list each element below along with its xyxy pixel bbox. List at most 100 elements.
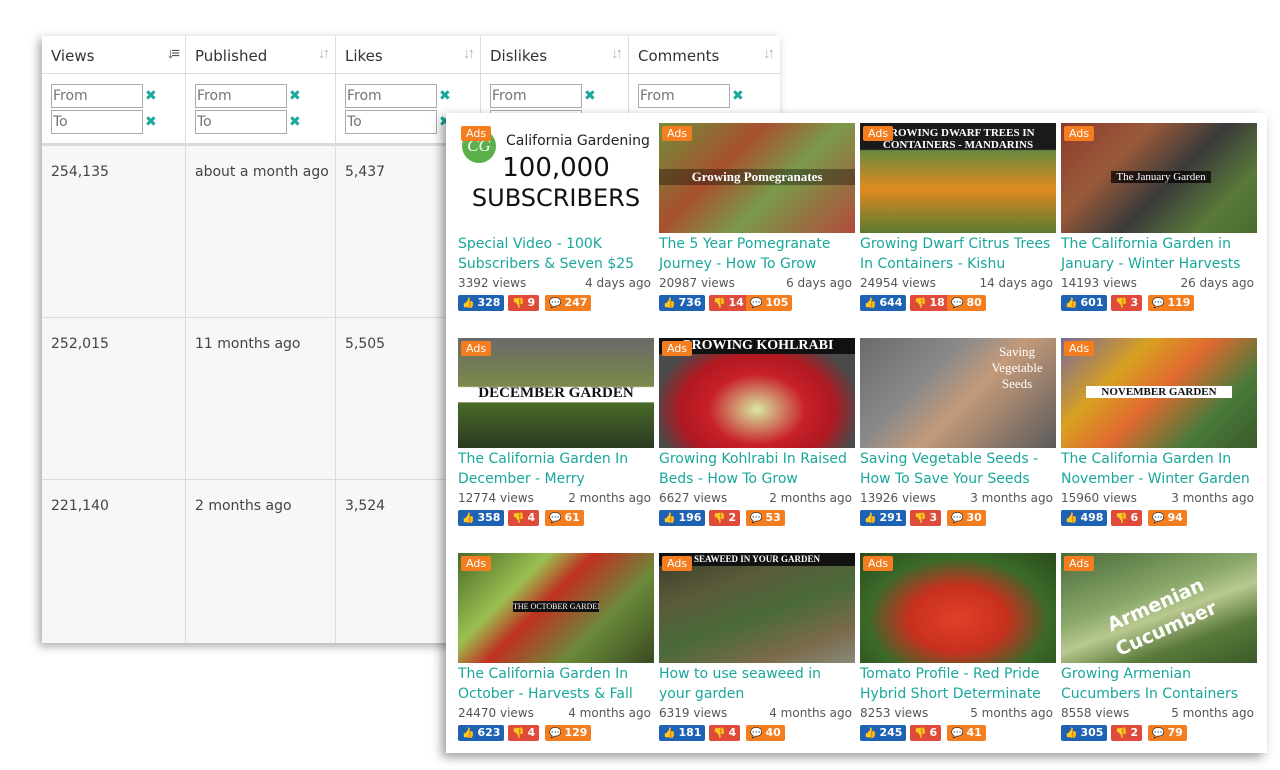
clear-icon[interactable]: ✖: [289, 113, 301, 130]
video-thumbnail[interactable]: The January Garden Ads: [1061, 123, 1257, 233]
thumbnail-caption: DECEMBER GARDEN: [478, 385, 634, 401]
video-grid: CG Ads California Gardening 100,000 SUBS…: [446, 113, 1267, 753]
publish-age: 4 months ago: [769, 706, 852, 720]
likes-badge: 👍 245: [860, 725, 907, 741]
publish-age: 2 months ago: [568, 491, 651, 505]
video-card[interactable]: DECEMBER GARDEN Ads The California Garde…: [458, 338, 655, 543]
video-thumbnail[interactable]: THE OCTOBER GARDEN Ads: [458, 553, 654, 663]
video-thumbnail[interactable]: Growing Pomegranates Ads: [659, 123, 855, 233]
video-card[interactable]: The January Garden Ads The California Ga…: [1061, 123, 1258, 328]
video-title[interactable]: The California Garden In November - Wint…: [1061, 449, 1258, 489]
channel-name: California Gardening: [506, 133, 650, 149]
clear-icon[interactable]: ✖: [732, 87, 744, 104]
thumbs-down-icon: 👎: [512, 513, 525, 524]
video-card[interactable]: SEAWEED IN YOUR GARDEN Ads How to use se…: [659, 553, 856, 758]
header-comments[interactable]: Comments ↓↑: [629, 36, 780, 74]
video-title[interactable]: Tomato Profile - Red Pride Hybrid Short …: [860, 664, 1057, 704]
views-from-input[interactable]: [51, 84, 143, 108]
sort-desc-icon[interactable]: ↓≡: [167, 45, 180, 62]
thumbs-down-icon: 👎: [1115, 298, 1128, 309]
video-title[interactable]: Growing Armenian Cucumbers In Containers: [1061, 664, 1258, 704]
publish-age: 6 days ago: [786, 276, 852, 290]
video-card[interactable]: NOVEMBER GARDEN Ads The California Garde…: [1061, 338, 1258, 543]
comments-badge: 💬 30: [947, 510, 986, 526]
video-title[interactable]: Growing Kohlrabi In Raised Beds - How To…: [659, 449, 856, 489]
dislikes-value: 4: [527, 511, 536, 524]
view-count: 6627 views: [659, 491, 728, 505]
likes-value: 358: [477, 511, 501, 524]
likes-value: 291: [879, 511, 903, 524]
video-title[interactable]: How to use seaweed in your garden: [659, 664, 856, 704]
likes-from-input[interactable]: [345, 84, 437, 108]
ads-badge: Ads: [662, 126, 693, 141]
header-published[interactable]: Published ↓↑: [186, 36, 335, 74]
clear-icon[interactable]: ✖: [584, 87, 596, 104]
published-cell: 2 months ago: [195, 498, 292, 514]
published-from-input[interactable]: [195, 84, 287, 108]
sort-icon[interactable]: ↓↑: [611, 45, 623, 62]
view-count: 20987 views: [659, 276, 735, 290]
video-title[interactable]: The 5 Year Pomegranate Journey - How To …: [659, 234, 856, 274]
video-title[interactable]: The California Garden In December - Merr…: [458, 449, 655, 489]
dislikes-value: 18: [929, 296, 945, 309]
subscriber-unit: SUBSCRIBERS: [471, 184, 641, 212]
dislikes-from-input[interactable]: [490, 84, 582, 108]
video-card[interactable]: THE OCTOBER GARDEN Ads The California Ga…: [458, 553, 655, 758]
comments-from-input[interactable]: [638, 84, 730, 108]
publish-age: 4 days ago: [585, 276, 651, 290]
video-card[interactable]: Ads Tomato Profile - Red Pride Hybrid Sh…: [860, 553, 1057, 758]
header-likes[interactable]: Likes ↓↑: [336, 36, 480, 74]
sort-icon[interactable]: ↓↑: [463, 45, 475, 62]
video-title[interactable]: Growing Dwarf Citrus Trees In Containers…: [860, 234, 1057, 274]
likes-value: 498: [1080, 511, 1104, 524]
header-views[interactable]: Views ↓≡: [42, 36, 185, 74]
video-thumbnail[interactable]: Armenian Cucumber Ads: [1061, 553, 1257, 663]
video-card[interactable]: GROWING KOHLRABI Ads Growing Kohlrabi In…: [659, 338, 856, 543]
video-title[interactable]: The California Garden In October - Harve…: [458, 664, 655, 704]
video-thumbnail[interactable]: DECEMBER GARDEN Ads: [458, 338, 654, 448]
video-thumbnail[interactable]: CG Ads California Gardening 100,000 SUBS…: [458, 123, 654, 233]
video-card[interactable]: GROWING DWARF TREES IN CONTAINERS - MAND…: [860, 123, 1057, 328]
dislikes-value: 9: [527, 296, 536, 309]
video-thumbnail[interactable]: GROWING DWARF TREES IN CONTAINERS - MAND…: [860, 123, 1056, 233]
sort-icon[interactable]: ↓↑: [318, 45, 330, 62]
clear-icon[interactable]: ✖: [439, 87, 451, 104]
published-to-input[interactable]: [195, 110, 287, 134]
video-meta: 20987 views 6 days ago: [659, 276, 852, 290]
likes-to-input[interactable]: [345, 110, 437, 134]
thumbs-up-icon: 👍: [1065, 513, 1078, 524]
views-cell: 252,015: [51, 336, 109, 352]
publish-age: 3 months ago: [970, 491, 1053, 505]
video-title[interactable]: The California Garden in January - Winte…: [1061, 234, 1258, 274]
comments-badge: 💬 40: [746, 725, 785, 741]
views-to-input[interactable]: [51, 110, 143, 134]
ads-badge: Ads: [1064, 341, 1095, 356]
video-title[interactable]: Saving Vegetable Seeds - How To Save You…: [860, 449, 1057, 489]
clear-icon[interactable]: ✖: [145, 87, 157, 104]
thumbnail-caption: The January Garden: [1111, 171, 1211, 183]
video-thumbnail[interactable]: SEAWEED IN YOUR GARDEN Ads: [659, 553, 855, 663]
video-card[interactable]: CG Ads California Gardening 100,000 SUBS…: [458, 123, 655, 328]
comments-value: 41: [966, 726, 982, 739]
video-thumbnail[interactable]: GROWING KOHLRABI Ads: [659, 338, 855, 448]
ads-badge: Ads: [461, 556, 492, 571]
clear-icon[interactable]: ✖: [145, 113, 157, 130]
sort-icon[interactable]: ↓↑: [763, 45, 775, 62]
comments-badge: 💬 119: [1148, 295, 1195, 311]
video-thumbnail[interactable]: Ads: [860, 553, 1056, 663]
video-card[interactable]: Saving Vegetable Seeds Saving Vegetable …: [860, 338, 1057, 543]
video-thumbnail[interactable]: NOVEMBER GARDEN Ads: [1061, 338, 1257, 448]
video-card[interactable]: Growing Pomegranates Ads The 5 Year Pome…: [659, 123, 856, 328]
video-thumbnail[interactable]: Saving Vegetable Seeds: [860, 338, 1056, 448]
comments-value: 61: [564, 511, 580, 524]
clear-icon[interactable]: ✖: [289, 87, 301, 104]
header-dislikes[interactable]: Dislikes ↓↑: [481, 36, 628, 74]
likes-badge: 👍 305: [1061, 725, 1108, 741]
dislikes-value: 3: [1130, 296, 1139, 309]
video-title[interactable]: Special Video - 100K Subscribers & Seven…: [458, 234, 655, 274]
comments-value: 40: [765, 726, 781, 739]
comment-icon: 💬: [750, 513, 763, 524]
views-cell: 254,135: [51, 164, 109, 180]
video-card[interactable]: Armenian Cucumber Ads Growing Armenian C…: [1061, 553, 1258, 758]
thumbs-down-icon: 👎: [713, 298, 726, 309]
